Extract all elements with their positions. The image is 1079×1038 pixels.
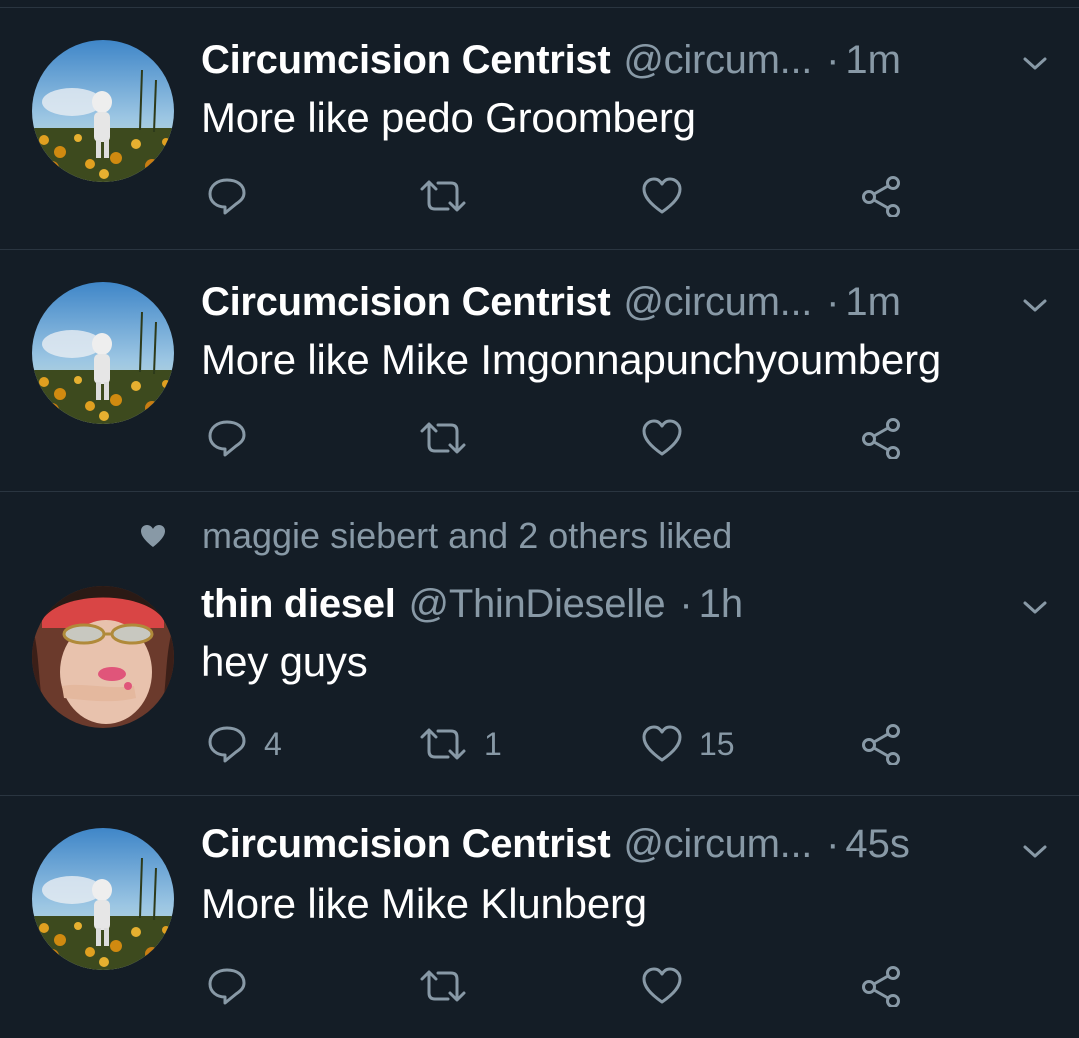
share-icon	[862, 724, 900, 765]
share-icon	[862, 966, 900, 1007]
like-button[interactable]	[641, 174, 699, 218]
retweet-button[interactable]: 1	[418, 722, 502, 766]
tweet-actions	[0, 174, 1079, 218]
reply-button[interactable]	[206, 416, 264, 460]
like-icon	[642, 419, 682, 456]
author-name[interactable]: Circumcision Centrist	[201, 822, 611, 867]
author-handle[interactable]: @ThinDieselle	[409, 582, 666, 627]
tweet-4[interactable]: Circumcision Centrist @circum... · 45s M…	[0, 796, 1079, 1038]
share-icon	[862, 176, 900, 217]
retweet-icon	[420, 728, 466, 760]
social-context[interactable]: maggie siebert and 2 others liked	[140, 514, 732, 558]
author-name[interactable]: Circumcision Centrist	[201, 38, 611, 83]
retweet-button[interactable]	[418, 964, 484, 1008]
like-count: 15	[699, 725, 735, 762]
reply-button[interactable]: 4	[206, 722, 282, 766]
reply-icon	[208, 968, 246, 1005]
tweet-header: Circumcision Centrist @circum... · 1m	[201, 280, 989, 328]
separator-dot: ·	[826, 38, 840, 82]
tweet-timestamp[interactable]: 1m	[845, 38, 901, 83]
reply-icon	[208, 726, 246, 763]
share-button[interactable]	[860, 722, 902, 766]
like-button[interactable]	[641, 964, 699, 1008]
tweet-actions: 4 1 15	[0, 722, 1079, 766]
separator-dot: ·	[679, 582, 693, 626]
retweet-icon	[420, 422, 466, 454]
author-name[interactable]: Circumcision Centrist	[201, 280, 611, 325]
share-button[interactable]	[860, 964, 902, 1008]
chevron-down-icon[interactable]	[1021, 842, 1049, 862]
like-button[interactable]: 15	[641, 722, 735, 766]
tweet-text: More like Mike Imgonnapunchyoumberg	[201, 336, 942, 383]
tweet-header: Circumcision Centrist @circum... · 45s	[201, 822, 989, 870]
share-button[interactable]	[860, 416, 902, 460]
chevron-down-icon[interactable]	[1021, 54, 1049, 74]
tweet-actions	[0, 964, 1079, 1008]
separator-dot: ·	[826, 822, 840, 866]
retweet-button[interactable]	[418, 174, 484, 218]
reply-button[interactable]	[206, 964, 264, 1008]
tweet-1[interactable]: Circumcision Centrist @circum... · 1m Mo…	[0, 8, 1079, 250]
avatar[interactable]	[32, 586, 174, 728]
tweet-header: thin diesel @ThinDieselle · 1h	[201, 582, 989, 630]
like-button[interactable]	[641, 416, 699, 460]
social-context-text: maggie siebert and 2 others liked	[202, 515, 733, 556]
share-icon	[862, 418, 900, 459]
reply-icon	[208, 178, 246, 215]
timeline: Circumcision Centrist @circum... · 1m Mo…	[0, 0, 1079, 1038]
reply-button[interactable]	[206, 174, 264, 218]
tweet-text: hey guys	[201, 638, 368, 685]
tweet-timestamp[interactable]: 1m	[845, 280, 901, 325]
share-button[interactable]	[860, 174, 902, 218]
chevron-down-icon[interactable]	[1021, 598, 1049, 618]
author-handle[interactable]: @circum...	[623, 280, 812, 325]
heart-icon	[141, 525, 165, 547]
tweet-actions	[0, 416, 1079, 460]
avatar[interactable]	[32, 40, 174, 182]
tweet-text: More like Mike Klunberg	[201, 880, 647, 927]
retweet-icon	[420, 970, 466, 1002]
tweet-header: Circumcision Centrist @circum... · 1m	[201, 38, 989, 86]
reply-icon	[208, 420, 246, 457]
reply-count: 4	[264, 725, 282, 762]
author-handle[interactable]: @circum...	[623, 38, 812, 83]
separator-dot: ·	[826, 280, 840, 324]
avatar[interactable]	[32, 828, 174, 970]
avatar[interactable]	[32, 282, 174, 424]
retweet-button[interactable]	[418, 416, 484, 460]
like-icon	[642, 967, 682, 1004]
like-icon	[642, 725, 682, 762]
tweet-2[interactable]: Circumcision Centrist @circum... · 1m Mo…	[0, 250, 1079, 492]
retweet-count: 1	[484, 725, 502, 762]
author-name[interactable]: thin diesel	[201, 582, 396, 627]
tweet-text: More like pedo Groomberg	[201, 94, 696, 141]
author-handle[interactable]: @circum...	[623, 822, 812, 867]
like-icon	[642, 177, 682, 214]
tweet-timestamp[interactable]: 45s	[845, 822, 910, 867]
tweet-timestamp[interactable]: 1h	[699, 582, 744, 627]
retweet-icon	[420, 180, 466, 212]
chevron-down-icon[interactable]	[1021, 296, 1049, 316]
